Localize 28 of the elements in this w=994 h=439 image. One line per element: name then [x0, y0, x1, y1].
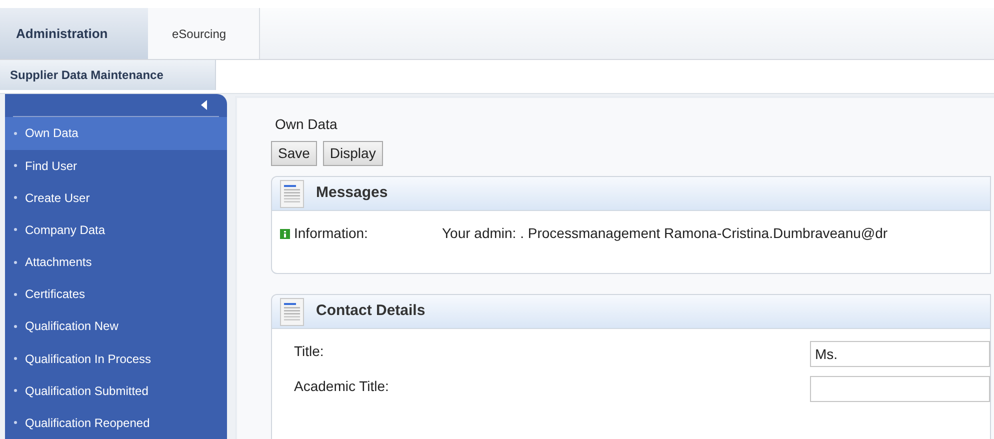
sidebar-item[interactable]: Create User — [5, 182, 227, 214]
field-label: Title: — [294, 342, 325, 361]
collapse-icon[interactable] — [201, 100, 207, 110]
sidebar-item[interactable]: Company Data — [5, 214, 227, 246]
document-icon — [280, 298, 304, 326]
sidebar-item[interactable]: Certificates — [5, 278, 227, 310]
tab[interactable]: eSourcing — [148, 8, 260, 59]
sidebar-item[interactable]: Find User — [5, 150, 227, 182]
tab[interactable]: Administration — [0, 8, 148, 59]
subnav-tab[interactable]: Supplier Data Maintenance — [0, 60, 216, 90]
sidebar-item[interactable]: Attachments — [5, 246, 227, 278]
input-field[interactable] — [810, 376, 990, 402]
message-text: Your admin: . Processmanagement Ramona-Cristina.Dumbraveanu@dr — [442, 224, 888, 243]
panel-title: Messages — [316, 183, 388, 204]
sidebar-item[interactable]: Own Data — [5, 117, 227, 150]
sidebar-item[interactable]: Qualification New — [5, 310, 227, 342]
panel-title: Contact Details — [316, 301, 426, 322]
toolbar-button[interactable]: Save — [271, 141, 317, 166]
message-type: Information: — [294, 224, 369, 243]
info-icon — [280, 228, 290, 238]
field-label: Academic Title: — [294, 377, 390, 396]
input-field[interactable]: Ms. — [810, 341, 990, 367]
sidebar-item[interactable]: Qualification Submitted — [5, 374, 227, 407]
toolbar-button[interactable]: Display — [322, 141, 383, 166]
sidebar-item[interactable]: Qualification Reopened — [5, 406, 227, 439]
page-title: Own Data — [274, 115, 338, 134]
sidebar-item[interactable]: Qualification In Process — [5, 342, 227, 375]
document-icon — [280, 180, 304, 208]
